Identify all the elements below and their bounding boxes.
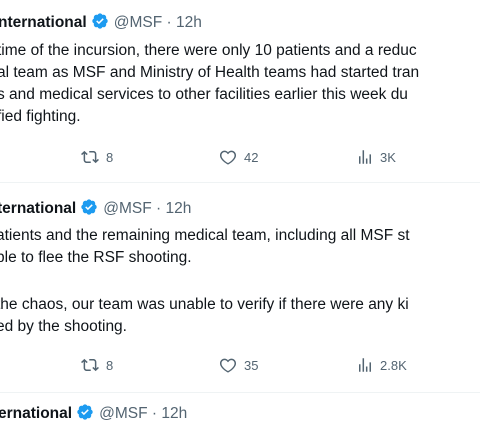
- author-name[interactable]: nternational: [0, 14, 87, 31]
- tweet-header: ernational @MSF · 12h: [0, 403, 187, 427]
- heart-icon: [219, 358, 237, 373]
- author-handle[interactable]: @MSF: [99, 405, 147, 422]
- tweet-text: atients and the remaining medical team, …: [0, 225, 480, 338]
- views-button[interactable]: 2.8K: [356, 356, 407, 374]
- action-bar: 8 35 2.8K: [0, 356, 480, 378]
- tweet-text-line: s and medical services to other faciliti…: [0, 86, 408, 103]
- heart-icon: [219, 150, 237, 165]
- separator-dot: ·: [156, 200, 162, 217]
- tweet-text-line: time of the incursion, there were only 1…: [0, 42, 417, 59]
- tweet-text: time of the incursion, there were only 1…: [0, 40, 480, 128]
- tweet-text-line: fied fighting.: [0, 108, 81, 125]
- tweet-text-line: the chaos, our team was unable to verify…: [0, 296, 409, 313]
- retweet-count: 8: [106, 357, 114, 373]
- tweet-text-line: al team as MSF and Ministry of Health te…: [0, 64, 420, 81]
- verified-badge-icon: [80, 198, 98, 222]
- timestamp[interactable]: 12h: [165, 200, 191, 217]
- like-button[interactable]: 42: [218, 148, 258, 166]
- like-count: 42: [244, 149, 259, 165]
- tweet-text-line: ble to flee the RSF shooting.: [0, 249, 192, 266]
- action-bar: 8 42 3K: [0, 148, 480, 170]
- views-button[interactable]: 3K: [356, 148, 396, 166]
- like-button[interactable]: 35: [218, 356, 258, 374]
- separator-dot: ·: [151, 405, 158, 422]
- author-name[interactable]: ternational: [0, 200, 76, 217]
- timestamp[interactable]: 12h: [161, 405, 187, 422]
- retweet-button[interactable]: 8: [80, 148, 113, 166]
- retweet-button[interactable]: 8: [80, 356, 113, 374]
- analytics-icon: [359, 150, 371, 164]
- views-count: 3K: [380, 149, 396, 165]
- divider: [0, 392, 480, 393]
- retweet-icon: [81, 358, 99, 372]
- separator-dot: ·: [166, 14, 172, 31]
- retweet-icon: [81, 150, 99, 164]
- verified-badge-icon: [76, 403, 94, 427]
- tweet-header: ternational @MSF · 12h: [0, 198, 191, 222]
- views-count: 2.8K: [380, 357, 407, 373]
- tweet-text-line: [0, 269, 480, 294]
- retweet-count: 8: [106, 149, 114, 165]
- like-count: 35: [244, 357, 259, 373]
- author-name[interactable]: ernational: [0, 405, 72, 422]
- timestamp[interactable]: 12h: [176, 14, 202, 31]
- tweet-header: nternational @MSF · 12h: [0, 12, 202, 36]
- analytics-icon: [359, 358, 371, 372]
- author-handle[interactable]: @MSF: [103, 200, 151, 217]
- divider: [0, 182, 480, 183]
- verified-badge-icon: [91, 12, 109, 36]
- tweet-text-line: ed by the shooting.: [0, 318, 127, 335]
- tweet-text-line: atients and the remaining medical team, …: [0, 227, 410, 244]
- author-handle[interactable]: @MSF: [114, 14, 162, 31]
